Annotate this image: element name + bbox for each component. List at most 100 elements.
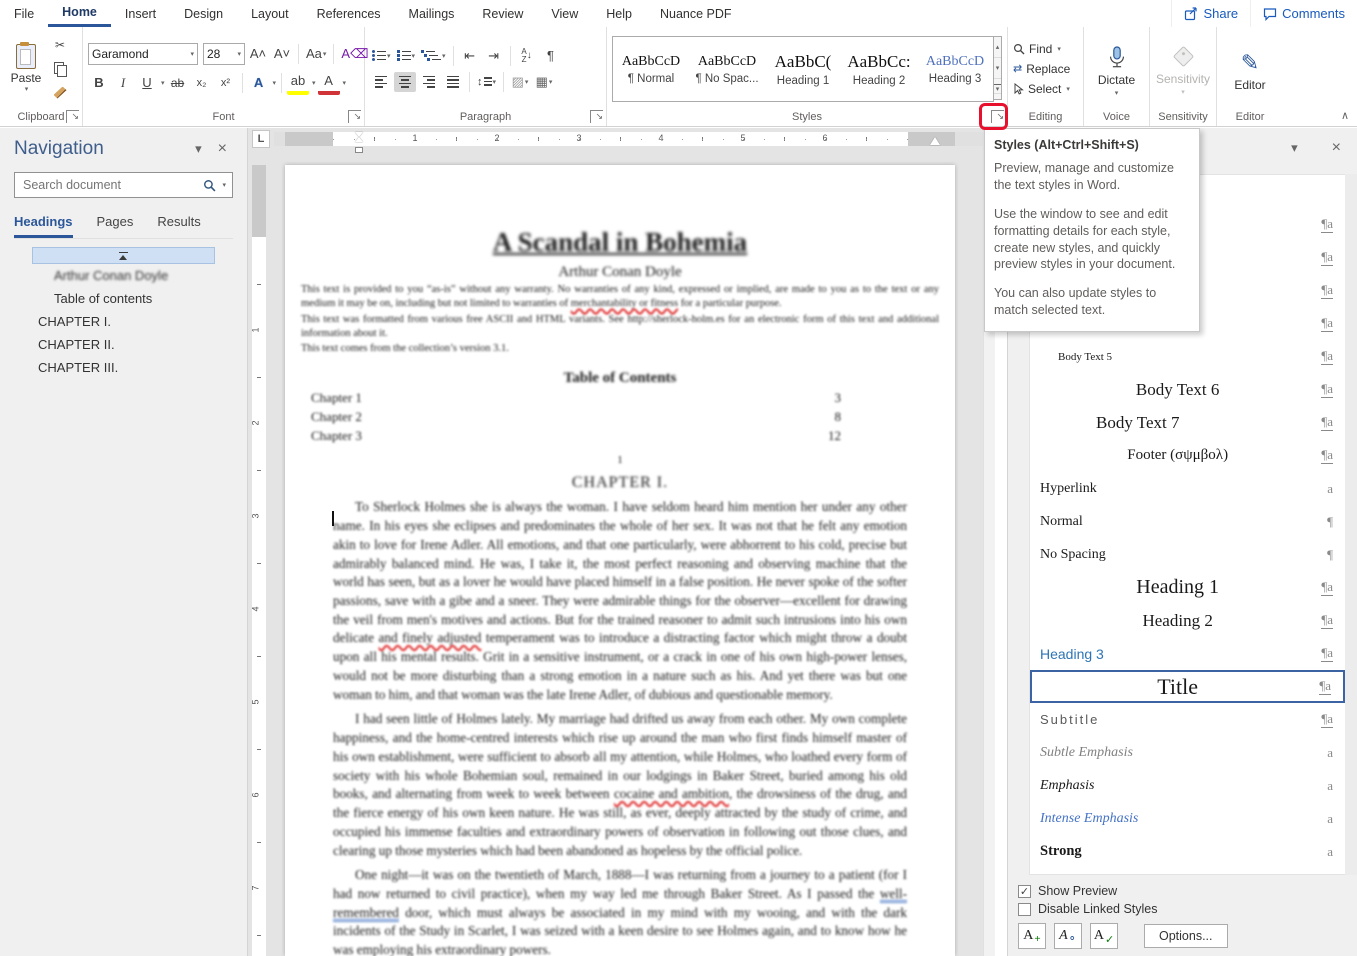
ribbon-tab-mailings[interactable]: Mailings xyxy=(395,0,469,27)
gallery-item--normal[interactable]: AaBbCcD¶ Normal xyxy=(613,37,689,101)
justify-button[interactable] xyxy=(442,72,464,92)
gallery-more-button[interactable]: ▾ xyxy=(994,79,1001,99)
styles-pane-options-icon[interactable]: ▾ xyxy=(1283,140,1306,156)
style-inspector-button[interactable]: A⚬ xyxy=(1054,923,1082,949)
increase-indent-button[interactable]: ⇥ xyxy=(483,46,505,66)
gallery-item-heading-1[interactable]: AaBbC(Heading 1 xyxy=(765,37,841,101)
style-item-strong[interactable]: Stronga xyxy=(1030,835,1345,868)
toc-row[interactable]: Chapter 312 xyxy=(311,428,841,444)
nav-heading-item[interactable]: CHAPTER I. xyxy=(0,310,247,333)
ribbon-tab-home[interactable]: Home xyxy=(48,0,111,27)
nav-heading-item[interactable]: Table of contents xyxy=(0,287,247,310)
style-item-heading-3[interactable]: Heading 3¶a xyxy=(1030,637,1345,670)
nav-tab-headings[interactable]: Headings xyxy=(14,210,73,238)
navigation-pane-options-icon[interactable]: ▾ xyxy=(187,141,210,157)
find-button[interactable]: Find▾ xyxy=(1013,39,1070,58)
style-item-no-spacing[interactable]: No Spacing¶ xyxy=(1030,538,1345,571)
style-item-subtitle[interactable]: Subtitle¶a xyxy=(1030,703,1345,736)
editor-button[interactable]: ✎ Editor xyxy=(1222,46,1278,92)
ribbon-tab-references[interactable]: References xyxy=(303,0,395,27)
clipboard-dialog-launcher[interactable]: ↘ xyxy=(66,110,79,123)
style-item-subtle-emphasis[interactable]: Subtle Emphasisa xyxy=(1030,736,1345,769)
style-item-body-text-7[interactable]: Body Text 7¶a xyxy=(1030,406,1345,439)
font-color-button[interactable]: A xyxy=(318,71,340,95)
shading-button[interactable]: ▨▾ xyxy=(509,72,531,92)
hanging-indent-marker[interactable] xyxy=(355,147,363,153)
style-item-body-text-6[interactable]: Body Text 6¶a xyxy=(1030,373,1345,406)
new-style-button[interactable]: A+ xyxy=(1018,923,1046,949)
align-center-button[interactable] xyxy=(394,72,416,92)
paragraph-dialog-launcher[interactable]: ↘ xyxy=(590,110,603,123)
text-effects-button[interactable]: A xyxy=(248,73,270,93)
cut-button[interactable]: ✂ xyxy=(49,35,71,55)
ribbon-tab-design[interactable]: Design xyxy=(170,0,237,27)
ribbon-tab-insert[interactable]: Insert xyxy=(111,0,170,27)
shrink-font-button[interactable]: A˅ xyxy=(271,44,293,64)
bold-button[interactable]: B xyxy=(88,73,110,93)
font-dialog-launcher[interactable]: ↘ xyxy=(348,110,361,123)
font-color-dropdown-icon[interactable]: ▾ xyxy=(343,79,347,87)
italic-button[interactable]: I xyxy=(112,73,134,93)
nav-heading-item[interactable]: CHAPTER II. xyxy=(0,333,247,356)
styles-options-button[interactable]: Options... xyxy=(1144,924,1228,948)
font-size-combo[interactable]: 28▾ xyxy=(203,43,245,65)
left-indent-marker[interactable] xyxy=(355,132,363,146)
document-page[interactable]: A Scandal in Bohemia Arthur Conan Doyle … xyxy=(285,165,955,956)
disable-linked-checkbox[interactable] xyxy=(1018,903,1031,916)
search-box[interactable]: ▾ xyxy=(14,172,233,198)
ribbon-tab-file[interactable]: File xyxy=(0,0,48,27)
gallery-item-heading-3[interactable]: AaBbCcDHeading 3 xyxy=(917,37,993,101)
replace-button[interactable]: ⇄ Replace xyxy=(1013,59,1070,78)
highlight-button[interactable]: ab xyxy=(287,71,309,95)
toc-row[interactable]: Chapter 28 xyxy=(311,409,841,425)
nav-heading-item[interactable]: Arthur Conan Doyle xyxy=(0,264,247,287)
share-button[interactable]: Share xyxy=(1171,0,1250,27)
style-item-normal[interactable]: Normal¶ xyxy=(1030,505,1345,538)
nav-heading-selected[interactable] xyxy=(32,247,215,264)
gallery-item-heading-2[interactable]: AaBbCc:Heading 2 xyxy=(841,37,917,101)
select-button[interactable]: Select▾ xyxy=(1013,79,1070,98)
bullets-button[interactable]: ▾ xyxy=(370,46,393,66)
change-case-button[interactable]: Aa▾ xyxy=(304,44,328,64)
search-icon[interactable] xyxy=(203,179,216,192)
manage-styles-button[interactable]: A✓ xyxy=(1090,923,1118,949)
nav-heading-item[interactable]: CHAPTER III. xyxy=(0,356,247,379)
font-name-combo[interactable]: Garamond▾ xyxy=(88,43,198,65)
format-painter-button[interactable] xyxy=(49,83,71,103)
align-left-button[interactable] xyxy=(370,72,392,92)
text-effects-dropdown-icon[interactable]: ▾ xyxy=(273,79,277,87)
style-item-footer-[interactable]: Footer (σψμβολ)¶a xyxy=(1030,439,1345,472)
toc-row[interactable]: Chapter 13 xyxy=(311,390,841,406)
show-preview-row[interactable]: ✓ Show Preview xyxy=(1018,884,1348,898)
superscript-button[interactable]: x² xyxy=(215,73,237,93)
ribbon-tab-nuance-pdf[interactable]: Nuance PDF xyxy=(646,0,746,27)
gallery-scroll-down[interactable]: ▾ xyxy=(994,58,1001,79)
style-item-heading-1[interactable]: Heading 1¶a xyxy=(1030,571,1345,604)
show-preview-checkbox[interactable]: ✓ xyxy=(1018,885,1031,898)
search-options-dropdown-icon[interactable]: ▾ xyxy=(222,181,226,189)
grow-font-button[interactable]: A˄ xyxy=(247,44,269,64)
ribbon-tab-review[interactable]: Review xyxy=(468,0,537,27)
strikethrough-button[interactable]: ab xyxy=(167,73,189,93)
styles-pane-close-icon[interactable]: × xyxy=(1324,139,1349,157)
search-input[interactable] xyxy=(21,177,203,193)
gallery-scroll-up[interactable]: ▴ xyxy=(994,37,1001,58)
collapse-ribbon-button[interactable]: ∧ xyxy=(1341,109,1349,122)
style-item-hyperlink[interactable]: Hyperlinka xyxy=(1030,472,1345,505)
style-item-body-text-5[interactable]: Body Text 5¶a xyxy=(1030,340,1345,373)
subscript-button[interactable]: x₂ xyxy=(191,73,213,93)
align-right-button[interactable] xyxy=(418,72,440,92)
ribbon-tab-layout[interactable]: Layout xyxy=(237,0,303,27)
sort-button[interactable]: AZ↓ xyxy=(516,46,538,66)
style-item-title[interactable]: Title¶a xyxy=(1030,670,1345,703)
highlight-dropdown-icon[interactable]: ▾ xyxy=(312,79,316,87)
paste-dropdown-icon[interactable]: ▾ xyxy=(25,85,29,93)
right-indent-marker[interactable] xyxy=(930,137,940,145)
ribbon-tab-help[interactable]: Help xyxy=(592,0,646,27)
multilevel-list-button[interactable]: ▾ xyxy=(419,46,448,66)
navigation-pane-close-icon[interactable]: × xyxy=(210,140,235,158)
horizontal-ruler[interactable]: 123456 xyxy=(274,132,995,146)
borders-button[interactable]: ▦▾ xyxy=(533,72,555,92)
numbering-button[interactable]: ▾ xyxy=(395,46,418,66)
paste-button[interactable]: Paste ▾ xyxy=(5,44,47,93)
